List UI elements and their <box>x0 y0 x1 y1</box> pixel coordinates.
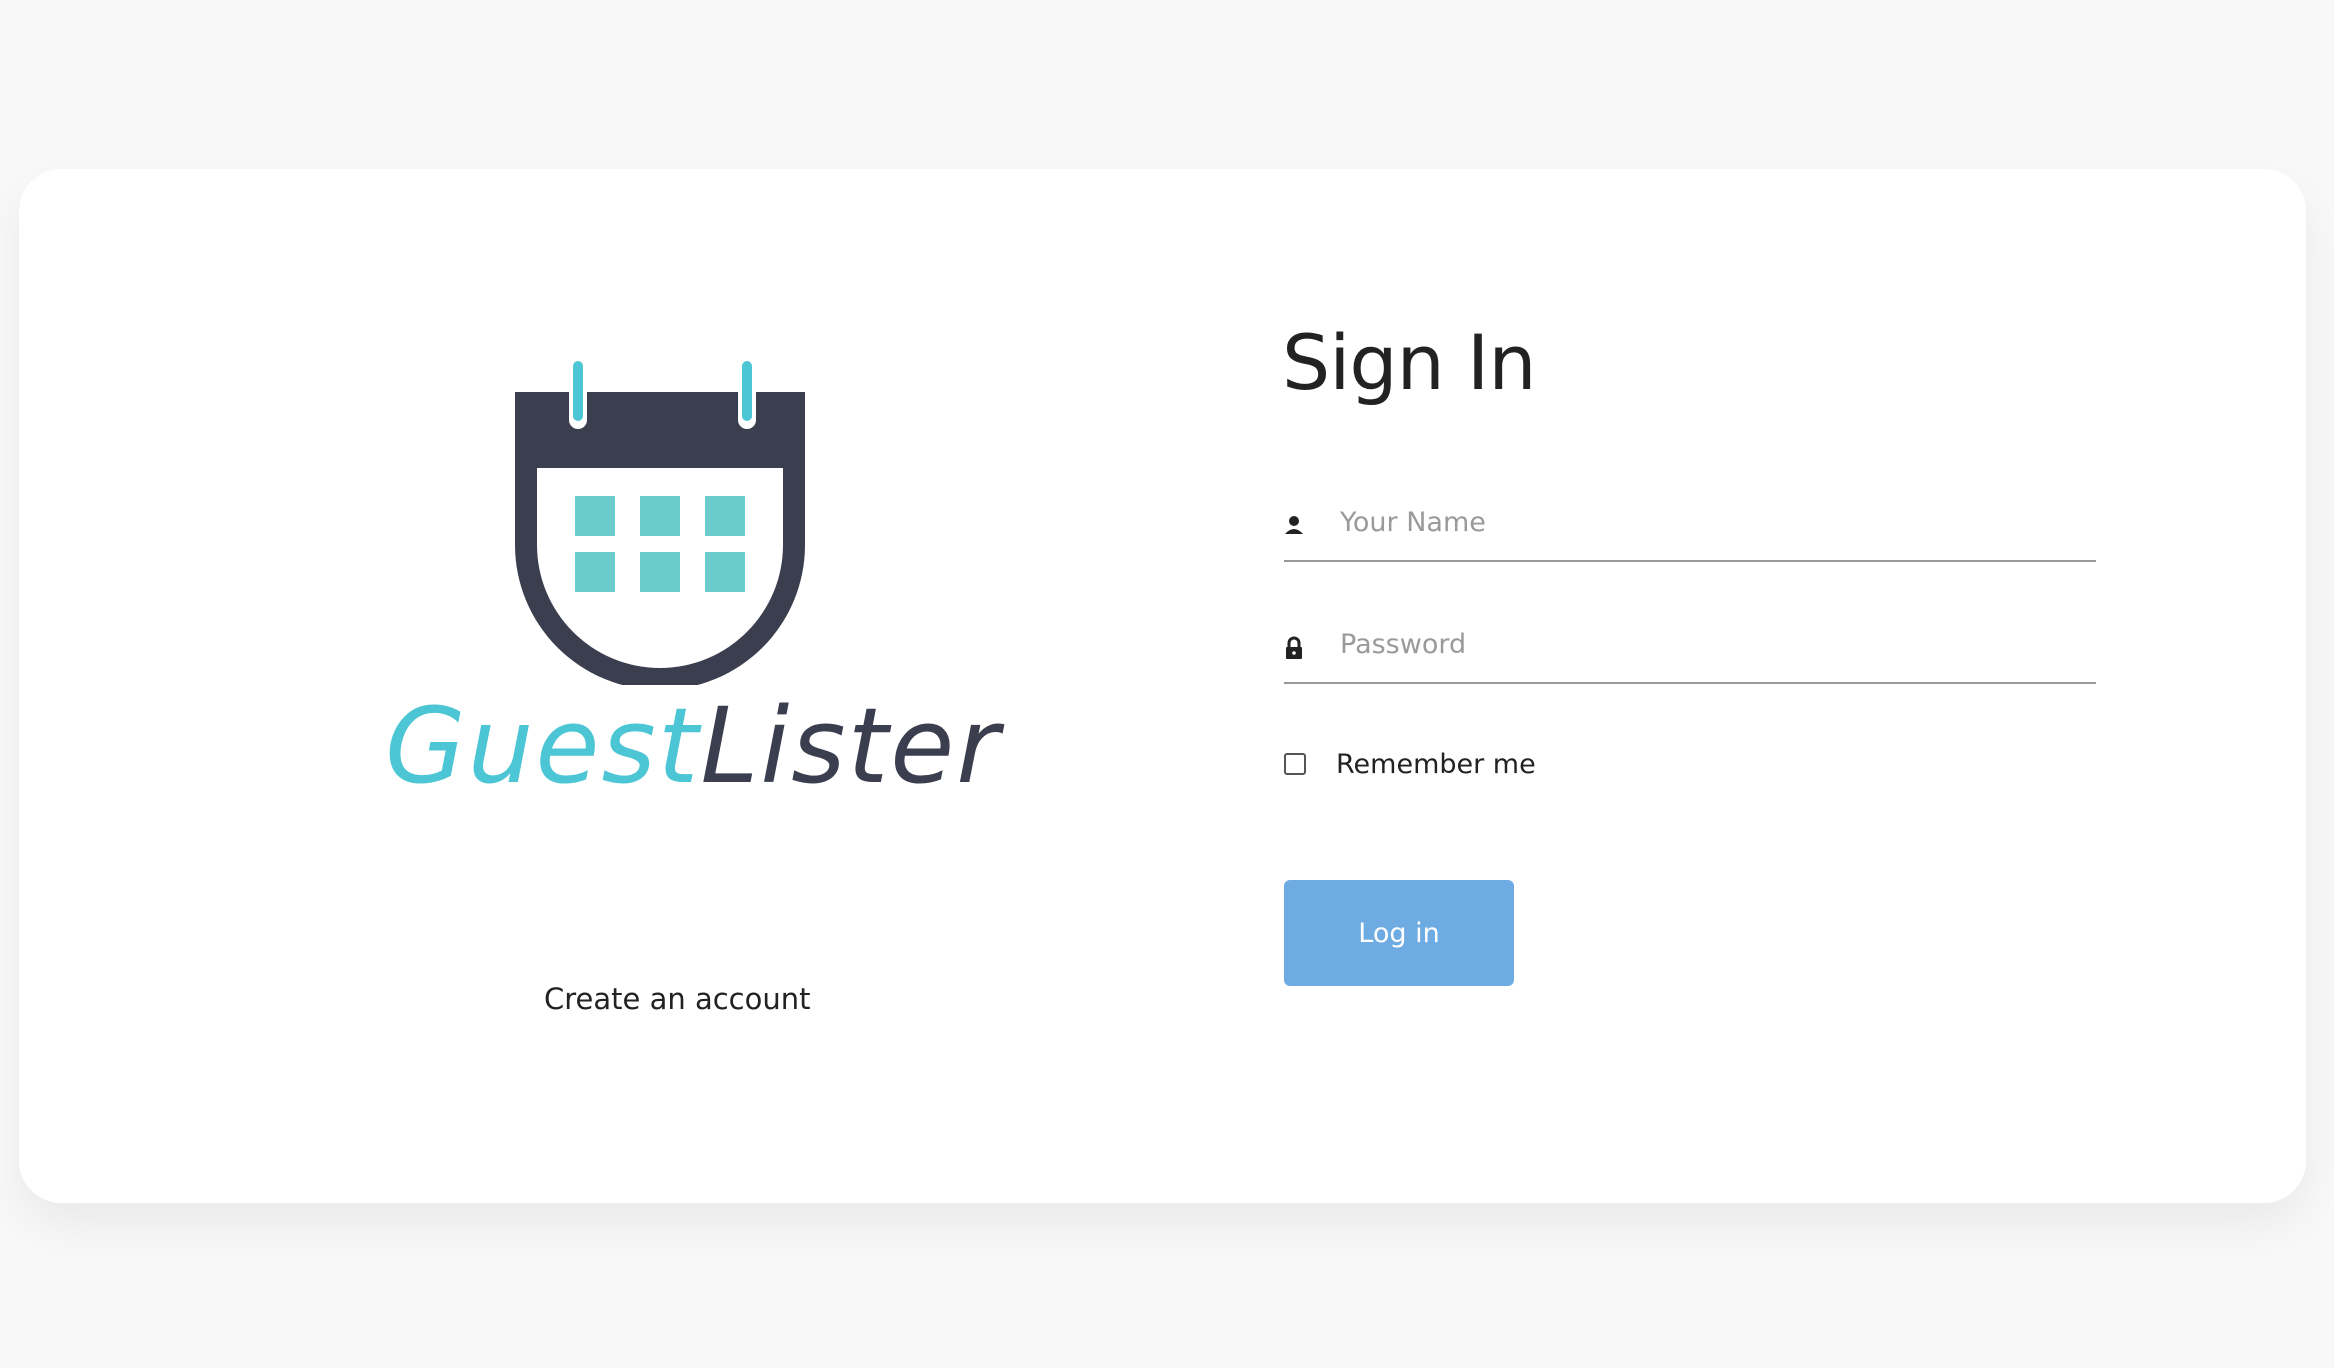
name-input[interactable] <box>1340 500 2080 544</box>
remember-me-row: Remember me <box>1284 746 1536 782</box>
page-title: Sign In <box>1282 318 1537 407</box>
name-field <box>1284 500 2096 562</box>
password-input[interactable] <box>1340 622 2080 666</box>
logo-text-lister: Lister <box>700 685 1001 807</box>
password-field <box>1284 622 2096 684</box>
calendar-logo-icon <box>515 361 805 685</box>
create-account-link[interactable]: Create an account <box>544 982 810 1016</box>
guestlister-logo: GuestLister <box>385 355 999 807</box>
lock-icon <box>1284 636 1304 660</box>
logo-text-guest: Guest <box>385 685 701 807</box>
person-icon <box>1284 514 1304 538</box>
remember-me-label[interactable]: Remember me <box>1336 749 1536 780</box>
logo-wordmark: GuestLister <box>385 685 999 807</box>
login-button[interactable]: Log in <box>1284 880 1514 986</box>
login-card <box>19 169 2306 1203</box>
remember-me-checkbox[interactable] <box>1284 753 1306 775</box>
